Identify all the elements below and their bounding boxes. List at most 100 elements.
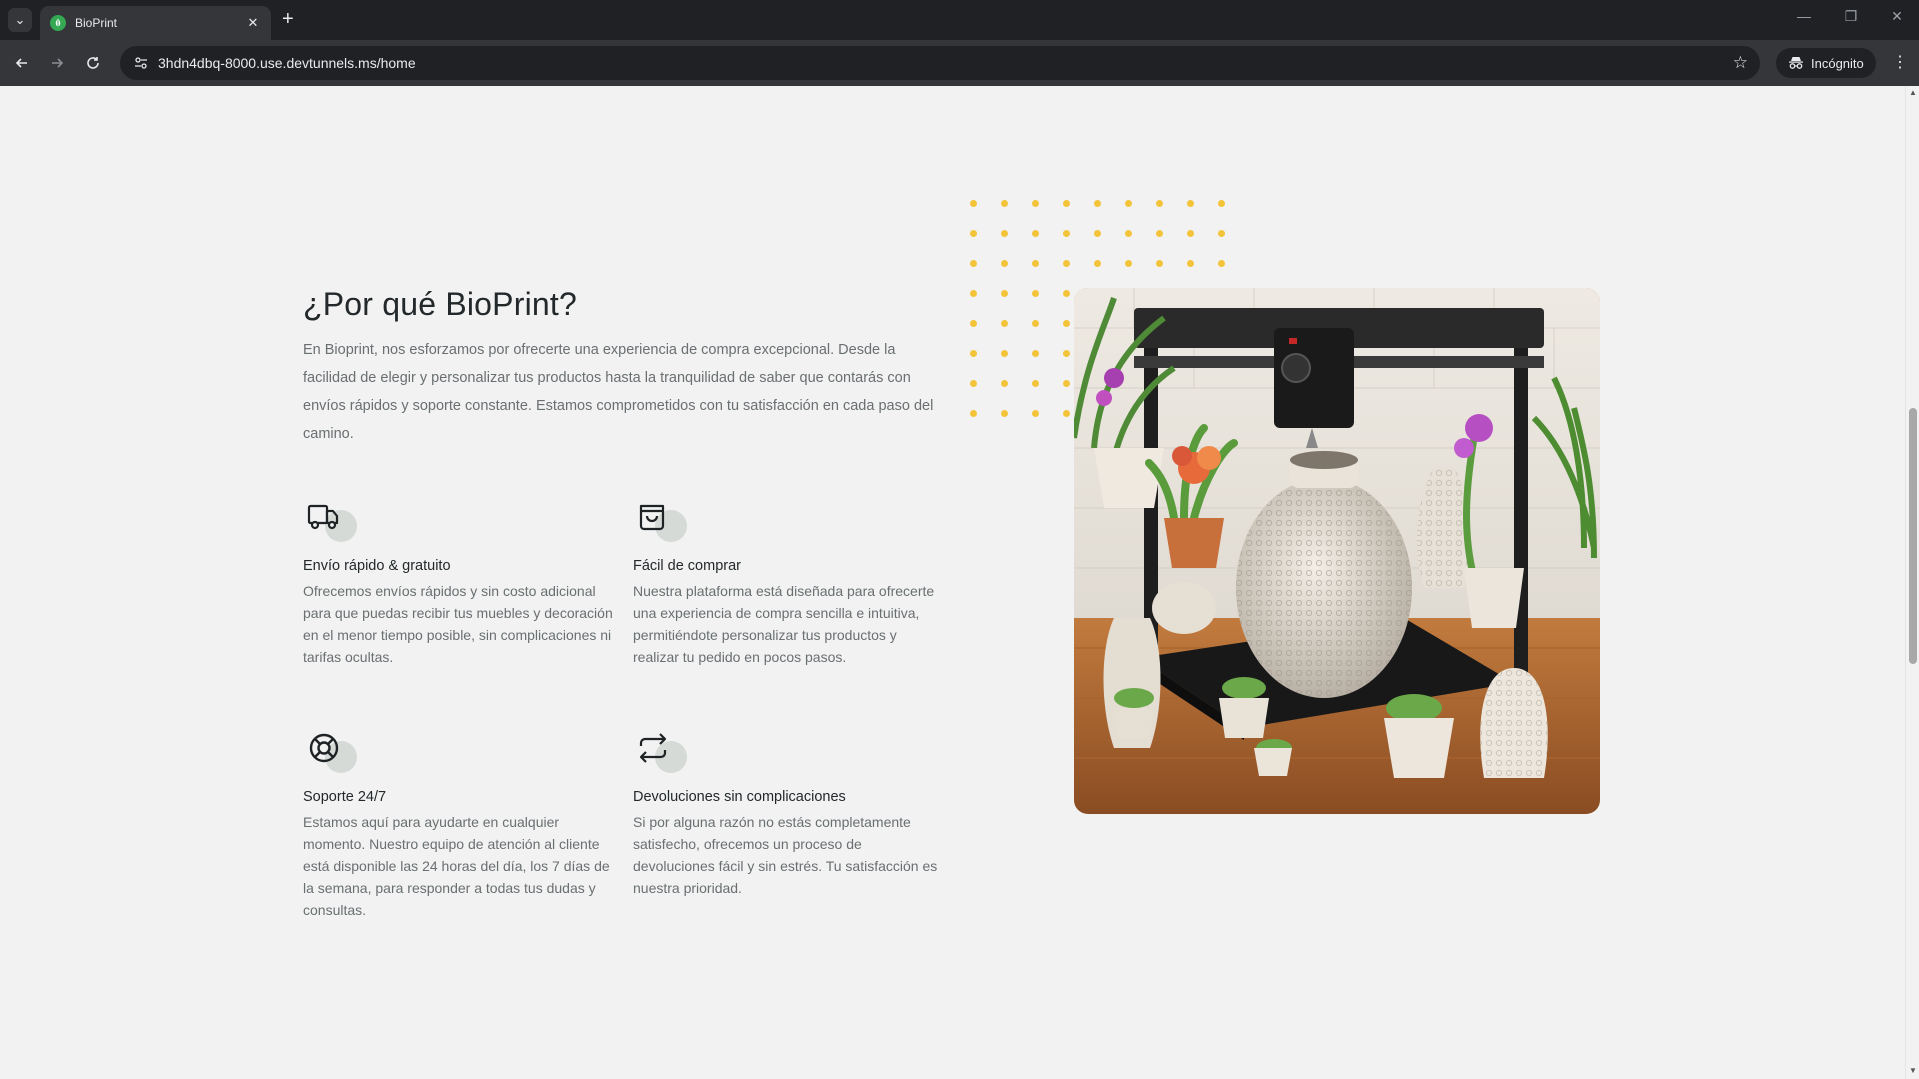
decorative-dot	[1063, 200, 1070, 207]
feature-card-returns: Devoluciones sin complicaciones Si por a…	[633, 729, 943, 899]
address-bar[interactable]: 3hdn4dbq-8000.use.devtunnels.ms/home ☆	[120, 46, 1760, 80]
decorative-dot	[1001, 380, 1008, 387]
decorative-dot	[1001, 410, 1008, 417]
page-viewport: ¿Por qué BioPrint? En Bioprint, nos esfo…	[0, 86, 1905, 1079]
back-button[interactable]	[11, 52, 33, 74]
decorative-dot	[1063, 320, 1070, 327]
decorative-dot	[1187, 230, 1194, 237]
decorative-dot	[1187, 200, 1194, 207]
decorative-dot	[1001, 290, 1008, 297]
browser-toolbar: 3hdn4dbq-8000.use.devtunnels.ms/home ☆ I…	[0, 40, 1919, 86]
decorative-dot	[1063, 290, 1070, 297]
exchange-arrows-icon	[639, 733, 667, 763]
forward-button[interactable]	[46, 52, 68, 74]
new-tab-button[interactable]: +	[282, 9, 294, 29]
decorative-dot	[1094, 200, 1101, 207]
feature-icon-wrapper	[633, 729, 689, 775]
decorative-dot	[1001, 320, 1008, 327]
scroll-thumb[interactable]	[1909, 408, 1917, 664]
incognito-icon	[1789, 57, 1803, 69]
decorative-dot	[1032, 410, 1039, 417]
feature-icon-wrapper	[303, 498, 359, 544]
decorative-dot	[1156, 230, 1163, 237]
decorative-dot	[970, 230, 977, 237]
feature-description: Nuestra plataforma está diseñada para of…	[633, 583, 935, 665]
bioprint-favicon-icon	[50, 15, 66, 31]
decorative-dot	[970, 410, 977, 417]
decorative-dot	[1063, 260, 1070, 267]
tab-title: BioPrint	[75, 16, 118, 30]
incognito-label: Incógnito	[1811, 55, 1864, 71]
incognito-badge[interactable]: Incógnito	[1776, 48, 1876, 78]
url-host: 3hdn4dbq-8000.use.devtunnels.ms	[158, 55, 377, 71]
decorative-dot	[1032, 260, 1039, 267]
decorative-dot	[1001, 350, 1008, 357]
feature-title: Devoluciones sin complicaciones	[633, 789, 846, 805]
decorative-dot	[1001, 260, 1008, 267]
decorative-dot	[1125, 200, 1132, 207]
decorative-dot	[1001, 200, 1008, 207]
scroll-up-arrow-icon[interactable]: ▲	[1909, 88, 1917, 97]
decorative-dot	[970, 200, 977, 207]
feature-title: Soporte 24/7	[303, 789, 387, 805]
decorative-dot	[1218, 260, 1225, 267]
decorative-dot	[1063, 380, 1070, 387]
feature-title: Fácil de comprar	[633, 558, 741, 574]
feature-icon-wrapper	[303, 729, 359, 775]
feature-description: Ofrecemos envíos rápidos y sin costo adi…	[303, 583, 613, 665]
site-info-icon[interactable]	[130, 52, 152, 74]
reload-icon	[87, 57, 99, 69]
restore-window-button[interactable]: ❐	[1831, 8, 1871, 25]
page-scrollbar[interactable]: ▲ ▼	[1905, 86, 1919, 1079]
arrow-left-icon	[15, 58, 27, 68]
decorative-dot	[1063, 230, 1070, 237]
tab-search-button[interactable]: ⌄	[8, 8, 32, 32]
browser-tab[interactable]: BioPrint ✕	[40, 6, 271, 40]
bookmark-star-icon[interactable]: ☆	[1733, 53, 1748, 73]
lifebuoy-icon	[309, 733, 339, 763]
url-text: 3hdn4dbq-8000.use.devtunnels.ms/home	[158, 55, 416, 71]
feature-card-shipping: Envío rápido & gratuito Ofrecemos envíos…	[303, 498, 613, 668]
arrow-right-icon	[52, 58, 64, 68]
truck-icon	[307, 504, 339, 530]
decorative-dot	[1032, 380, 1039, 387]
decorative-dot	[1156, 200, 1163, 207]
feature-description: Estamos aquí para ayudarte en cualquier …	[303, 814, 610, 918]
feature-description: Si por alguna razón no estás completamen…	[633, 814, 938, 896]
close-tab-icon[interactable]: ✕	[245, 15, 261, 31]
decorative-dot	[1032, 320, 1039, 327]
shopping-bag-icon	[639, 504, 665, 531]
scroll-down-arrow-icon[interactable]: ▼	[1909, 1066, 1917, 1075]
decorative-dot	[1125, 230, 1132, 237]
feature-icon-wrapper	[633, 498, 689, 544]
chevron-down-icon: ⌄	[14, 12, 26, 27]
decorative-dot	[1094, 230, 1101, 237]
section-title: ¿Por qué BioPrint?	[303, 286, 577, 322]
feature-card-easy-buy: Fácil de comprar Nuestra plataforma está…	[633, 498, 943, 668]
decorative-dot	[1063, 410, 1070, 417]
close-window-button[interactable]: ✕	[1877, 8, 1917, 25]
decorative-dot	[1032, 290, 1039, 297]
3d-printer-vase-image	[1074, 288, 1600, 814]
reload-button[interactable]	[82, 52, 104, 74]
browser-menu-icon[interactable]: ⋮	[1890, 52, 1910, 72]
decorative-dot	[1094, 260, 1101, 267]
minimize-window-button[interactable]: —	[1784, 8, 1824, 24]
decorative-dot	[1032, 350, 1039, 357]
decorative-dot	[1001, 230, 1008, 237]
decorative-dot	[970, 290, 977, 297]
decorative-dot	[1032, 230, 1039, 237]
decorative-dot	[1187, 260, 1194, 267]
url-path: /home	[376, 55, 416, 71]
browser-tab-strip: ⌄ BioPrint ✕ + — ❐ ✕	[0, 0, 1919, 40]
feature-title: Envío rápido & gratuito	[303, 558, 451, 574]
decorative-dot	[1032, 200, 1039, 207]
feature-card-support: Soporte 24/7 Estamos aquí para ayudarte …	[303, 729, 613, 921]
decorative-dot	[970, 260, 977, 267]
decorative-dot	[1156, 260, 1163, 267]
section-intro: En Bioprint, nos esforzamos por ofrecert…	[303, 342, 934, 442]
decorative-dot	[1218, 230, 1225, 237]
decorative-dot	[970, 320, 977, 327]
decorative-dot	[1218, 200, 1225, 207]
decorative-dot	[970, 350, 977, 357]
